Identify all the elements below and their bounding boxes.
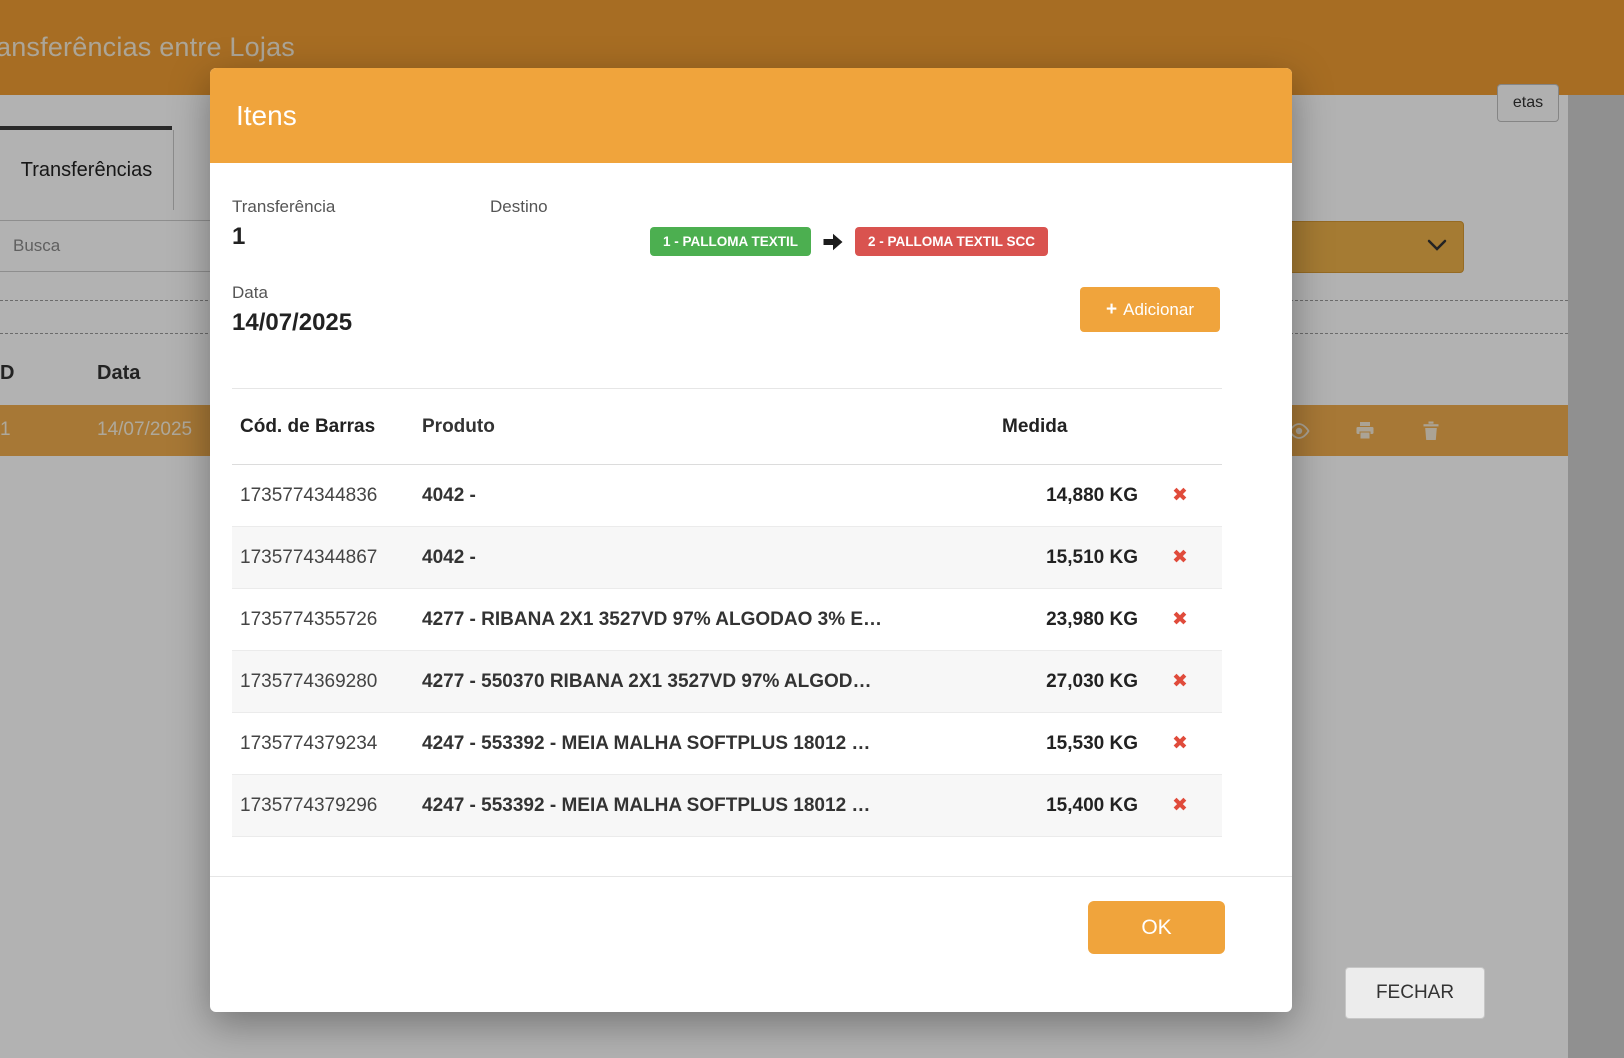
transfer-value: 1 — [232, 223, 245, 251]
items-modal: Itens Transferência 1 Destino 1 - PALLOM… — [210, 68, 1292, 1012]
item-row: 1735774344867 4042 - 15,510 KG ✖ — [232, 527, 1222, 589]
item-measure: 23,980 KG — [978, 609, 1138, 631]
remove-item-icon[interactable]: ✖ — [1172, 546, 1188, 569]
items-table: Cód. de Barras Produto Medida 1735774344… — [232, 389, 1222, 837]
item-barcode: 1735774344836 — [232, 485, 422, 507]
destination-label: Destino — [490, 197, 548, 217]
header-measure: Medida — [978, 416, 1138, 438]
ok-button[interactable]: OK — [1088, 901, 1225, 954]
item-measure: 14,880 KG — [978, 485, 1138, 507]
date-value: 14/07/2025 — [232, 309, 352, 337]
item-measure: 15,400 KG — [978, 795, 1138, 817]
item-barcode: 1735774369280 — [232, 671, 422, 693]
remove-item-icon[interactable]: ✖ — [1172, 670, 1188, 693]
modal-info-section: Transferência 1 Destino 1 - PALLOMA TEXT… — [232, 163, 1222, 389]
destination-store-badge: 2 - PALLOMA TEXTIL SCC — [855, 227, 1048, 256]
remove-item-icon[interactable]: ✖ — [1172, 608, 1188, 631]
modal-footer: OK — [210, 876, 1292, 1012]
remove-item-icon[interactable]: ✖ — [1172, 484, 1188, 507]
item-measure: 27,030 KG — [978, 671, 1138, 693]
modal-header: Itens — [210, 68, 1292, 163]
add-item-button[interactable]: + Adicionar — [1080, 287, 1220, 332]
plus-icon: + — [1106, 300, 1117, 319]
header-barcode: Cód. de Barras — [232, 416, 422, 438]
item-barcode: 1735774344867 — [232, 547, 422, 569]
remove-item-icon[interactable]: ✖ — [1172, 794, 1188, 817]
header-product: Produto — [422, 416, 978, 438]
remove-item-icon[interactable]: ✖ — [1172, 732, 1188, 755]
close-dialog-button[interactable]: FECHAR — [1345, 967, 1485, 1019]
item-measure: 15,530 KG — [978, 733, 1138, 755]
item-product: 4277 - RIBANA 2X1 3527VD 97% ALGODAO 3% … — [422, 609, 978, 631]
add-item-label: Adicionar — [1123, 300, 1194, 320]
screen: ansferências entre Lojas etas Transferên… — [0, 0, 1624, 1058]
origin-store-badge: 1 - PALLOMA TEXTIL — [650, 227, 811, 256]
item-row: 1735774379296 4247 - 553392 - MEIA MALHA… — [232, 775, 1222, 837]
item-row: 1735774344836 4042 - 14,880 KG ✖ — [232, 465, 1222, 527]
item-product: 4277 - 550370 RIBANA 2X1 3527VD 97% ALGO… — [422, 671, 978, 693]
item-product: 4042 - — [422, 485, 978, 507]
items-table-header: Cód. de Barras Produto Medida — [232, 389, 1222, 465]
date-label: Data — [232, 283, 268, 303]
item-measure: 15,510 KG — [978, 547, 1138, 569]
item-product: 4247 - 553392 - MEIA MALHA SOFTPLUS 1801… — [422, 795, 978, 817]
arrow-right-icon — [820, 230, 846, 254]
item-product: 4042 - — [422, 547, 978, 569]
item-barcode: 1735774379296 — [232, 795, 422, 817]
item-row: 1735774355726 4277 - RIBANA 2X1 3527VD 9… — [232, 589, 1222, 651]
item-row: 1735774379234 4247 - 553392 - MEIA MALHA… — [232, 713, 1222, 775]
item-barcode: 1735774355726 — [232, 609, 422, 631]
modal-title: Itens — [236, 100, 297, 132]
item-product: 4247 - 553392 - MEIA MALHA SOFTPLUS 1801… — [422, 733, 978, 755]
destination-badges: 1 - PALLOMA TEXTIL 2 - PALLOMA TEXTIL SC… — [650, 227, 1048, 256]
item-barcode: 1735774379234 — [232, 733, 422, 755]
item-row: 1735774369280 4277 - 550370 RIBANA 2X1 3… — [232, 651, 1222, 713]
transfer-label: Transferência — [232, 197, 335, 217]
